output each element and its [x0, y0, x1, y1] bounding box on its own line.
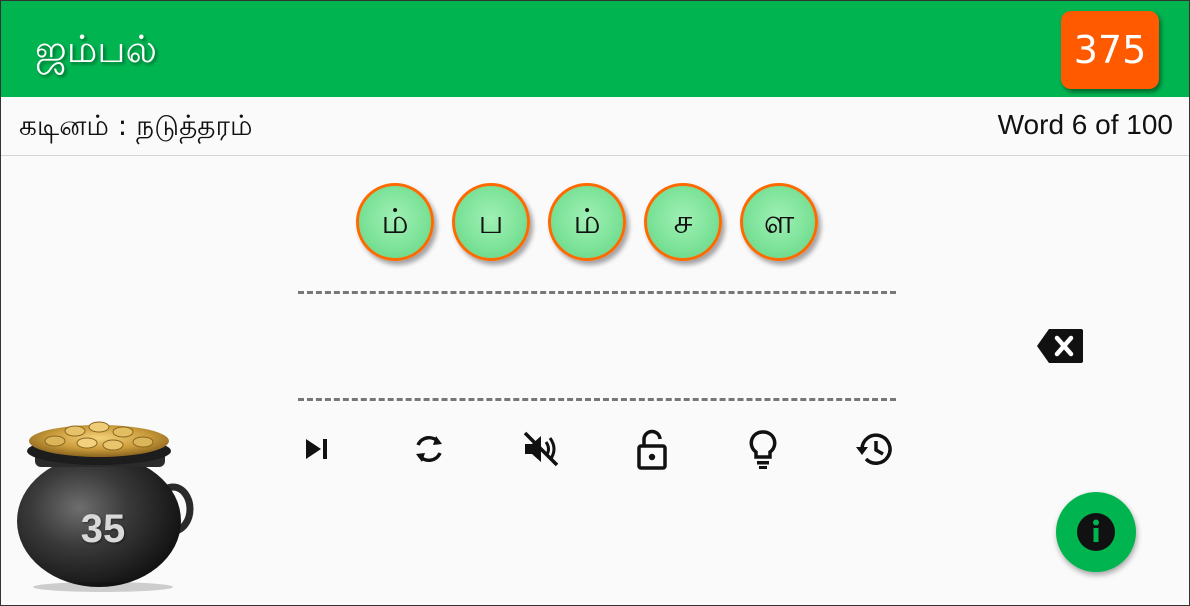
hint-button[interactable] [741, 427, 785, 471]
difficulty-label: கடினம் : நடுத்தரம் [19, 109, 253, 142]
backspace-icon [1037, 329, 1083, 363]
skip-next-icon [306, 439, 327, 459]
letter-tile[interactable]: ச [644, 183, 722, 261]
letter-tile[interactable]: ம் [356, 183, 434, 261]
lightbulb-hint-icon [749, 430, 777, 469]
letter-tiles: ம் ப ம் ச ள [356, 183, 818, 267]
answer-bottom-divider [298, 398, 896, 401]
mute-button[interactable] [519, 427, 563, 471]
skip-button[interactable] [297, 427, 341, 471]
letter-tile[interactable]: ப [452, 183, 530, 261]
history-icon [856, 433, 892, 465]
app-bar: ஜம்பல் 375 [1, 1, 1189, 97]
answer-top-divider [298, 291, 896, 294]
info-button[interactable] [1056, 492, 1136, 572]
info-icon [1077, 513, 1115, 551]
unlock-button[interactable] [630, 427, 674, 471]
info-bar: கடினம் : நடுத்தரம் Word 6 of 100 [1, 97, 1189, 156]
word-progress: Word 6 of 100 [997, 109, 1173, 140]
letter-tile[interactable]: ள [740, 183, 818, 261]
shuffle-button[interactable] [407, 427, 451, 471]
letter-tile[interactable]: ம் [548, 183, 626, 261]
coin-pot[interactable] [15, 417, 197, 593]
app-title: ஜம்பல் [35, 27, 158, 71]
answer-area[interactable] [298, 297, 896, 395]
gold-pot-icon [17, 421, 194, 592]
action-toolbar [297, 427, 917, 475]
game-screen: ஜம்பல் 375 கடினம் : நடுத்தரம் Word 6 of … [0, 0, 1190, 606]
coin-count: 35 [80, 507, 126, 551]
unlock-icon [637, 429, 667, 470]
backspace-button[interactable] [1035, 327, 1085, 365]
shuffle-icon [416, 435, 442, 463]
volume-off-icon [523, 431, 559, 467]
score-badge: 375 [1061, 11, 1159, 89]
history-button[interactable] [852, 427, 896, 471]
